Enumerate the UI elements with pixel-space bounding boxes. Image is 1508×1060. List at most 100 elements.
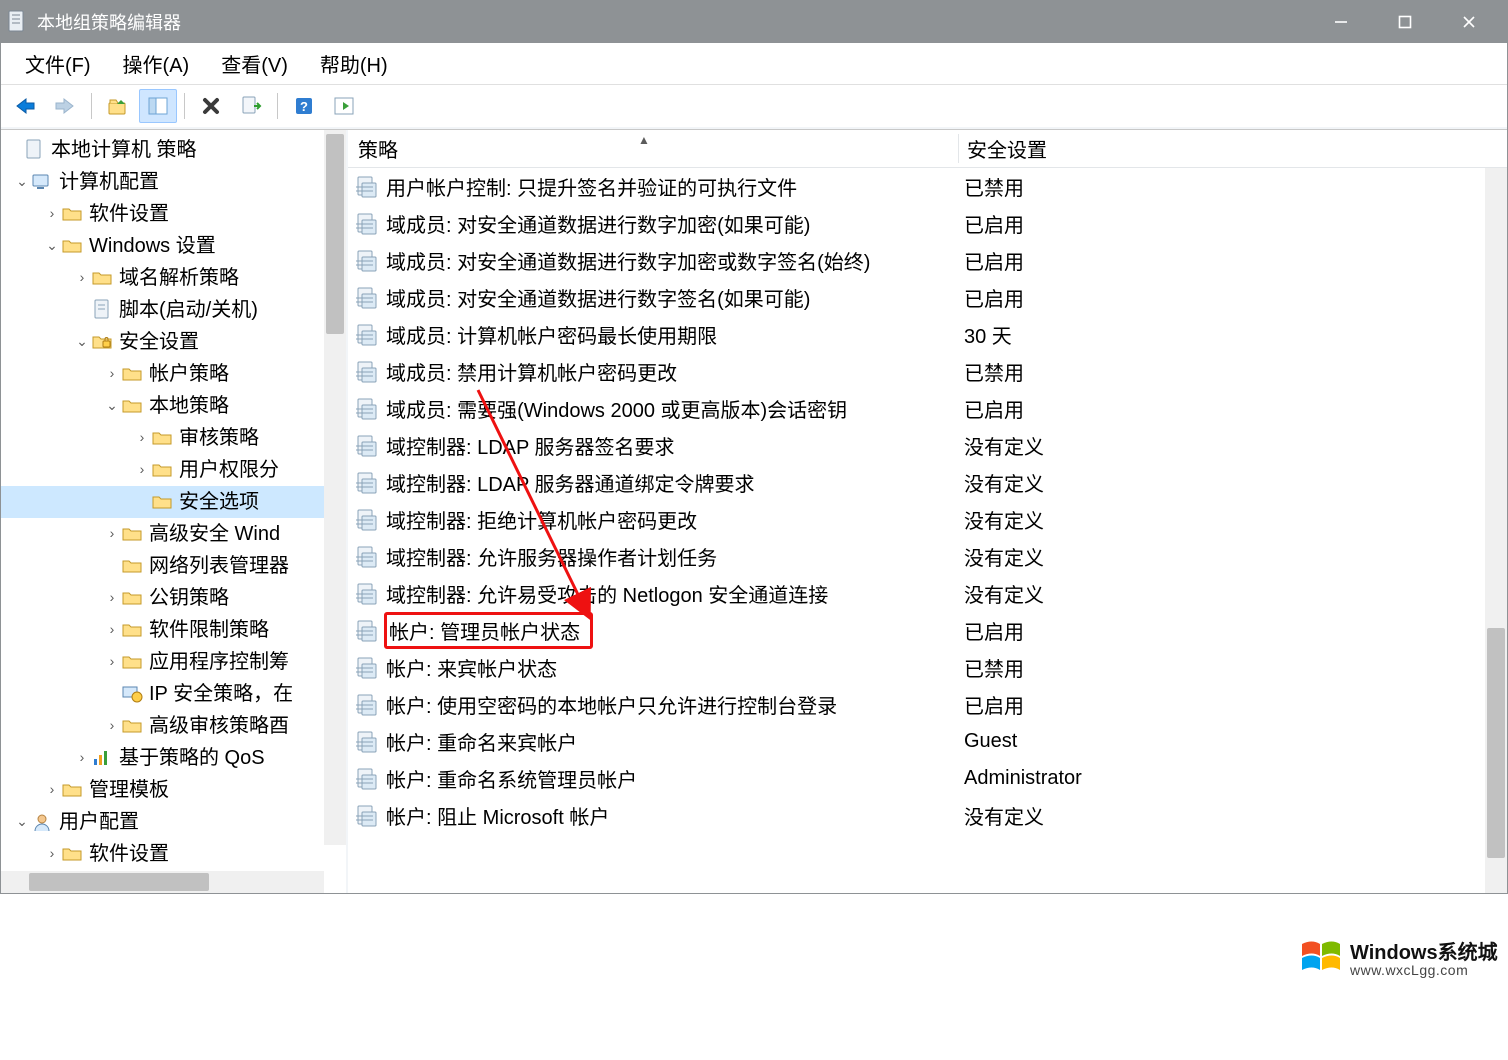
tree-user-software-settings[interactable]: › 软件设置 <box>1 838 346 870</box>
show-hide-tree-button[interactable] <box>139 89 177 123</box>
policy-name: 域成员: 对安全通道数据进行数字加密或数字签名(始终) <box>386 246 870 275</box>
tree-root[interactable]: 本地计算机 策略 <box>1 134 346 166</box>
collapse-icon[interactable]: ⌄ <box>13 171 31 193</box>
expand-icon[interactable]: › <box>103 715 121 737</box>
policy-row[interactable]: 域控制器: 拒绝计算机帐户密码更改没有定义 <box>348 501 1507 538</box>
scrollbar-thumb[interactable] <box>1487 628 1505 858</box>
list-vertical-scrollbar[interactable] <box>1485 168 1507 893</box>
expand-icon[interactable]: › <box>103 651 121 673</box>
list-body[interactable]: 用户帐户控制: 只提升签名并验证的可执行文件已禁用域成员: 对安全通道数据进行数… <box>348 168 1507 893</box>
policy-row[interactable]: 域控制器: LDAP 服务器通道绑定令牌要求没有定义 <box>348 464 1507 501</box>
tree-local-policies[interactable]: ⌄ 本地策略 <box>1 390 346 422</box>
scrollbar-thumb[interactable] <box>326 134 344 334</box>
tree-net-list-mgr[interactable]: 网络列表管理器 <box>1 550 346 582</box>
policy-row[interactable]: 帐户: 重命名来宾帐户Guest <box>348 723 1507 760</box>
tree-public-key[interactable]: › 公钥策略 <box>1 582 346 614</box>
expand-icon[interactable]: › <box>43 203 61 225</box>
tree-view[interactable]: 本地计算机 策略 ⌄ 计算机配置 › 软件设置 ⌄ Windows 设置 <box>1 130 346 871</box>
policy-item-icon <box>356 323 380 347</box>
close-button[interactable] <box>1437 1 1501 43</box>
expand-icon[interactable]: › <box>103 619 121 641</box>
expand-icon[interactable]: › <box>133 459 151 481</box>
expand-icon[interactable]: › <box>103 363 121 385</box>
refresh-button[interactable] <box>325 89 363 123</box>
policy-row[interactable]: 帐户: 阻止 Microsoft 帐户没有定义 <box>348 797 1507 834</box>
policy-name: 域成员: 需要强(Windows 2000 或更高版本)会话密钥 <box>386 394 847 423</box>
collapse-icon[interactable]: ⌄ <box>13 811 31 833</box>
title-bar: 本地组策略编辑器 <box>1 1 1507 43</box>
policy-row[interactable]: 域成员: 需要强(Windows 2000 或更高版本)会话密钥已启用 <box>348 390 1507 427</box>
menu-view[interactable]: 查看(V) <box>205 43 304 84</box>
folder-icon <box>61 779 83 801</box>
collapse-icon[interactable]: ⌄ <box>43 235 61 257</box>
tree-label: 安全设置 <box>119 327 199 358</box>
policy-row[interactable]: 域控制器: 允许易受攻击的 Netlogon 安全通道连接没有定义 <box>348 575 1507 612</box>
tree-user-config[interactable]: ⌄ 用户配置 <box>1 806 346 838</box>
collapse-icon[interactable]: ⌄ <box>73 331 91 353</box>
tree-adv-audit[interactable]: › 高级审核策略酉 <box>1 710 346 742</box>
policy-row[interactable]: 用户帐户控制: 只提升签名并验证的可执行文件已禁用 <box>348 168 1507 205</box>
tree-label: 基于策略的 QoS <box>119 743 265 774</box>
maximize-button[interactable] <box>1373 1 1437 43</box>
policy-row[interactable]: 帐户: 使用空密码的本地帐户只允许进行控制台登录已启用 <box>348 686 1507 723</box>
back-button[interactable] <box>6 89 44 123</box>
watermark: Windows系统城 www.wxcLgg.com <box>1200 900 1508 1060</box>
delete-button[interactable] <box>192 89 230 123</box>
expand-icon[interactable]: › <box>103 587 121 609</box>
menu-action[interactable]: 操作(A) <box>107 43 206 84</box>
tree-horizontal-scrollbar[interactable] <box>1 871 324 893</box>
policy-row[interactable]: 域控制器: 允许服务器操作者计划任务没有定义 <box>348 538 1507 575</box>
menu-help[interactable]: 帮助(H) <box>304 43 404 84</box>
tree-label: 网络列表管理器 <box>149 551 289 582</box>
expand-icon[interactable]: › <box>43 843 61 865</box>
tree-ip-security[interactable]: IP 安全策略，在 <box>1 678 346 710</box>
tree-user-rights[interactable]: › 用户权限分 <box>1 454 346 486</box>
policy-item-icon <box>356 619 380 643</box>
expand-icon[interactable]: › <box>73 747 91 769</box>
scrollbar-thumb[interactable] <box>29 873 209 891</box>
expand-icon[interactable]: › <box>43 779 61 801</box>
folder-icon <box>121 619 143 641</box>
policy-row[interactable]: 帐户: 管理员帐户状态已启用 <box>348 612 1507 649</box>
policy-name: 帐户: 来宾帐户状态 <box>386 653 557 682</box>
policy-row[interactable]: 域成员: 计算机帐户密码最长使用期限30 天 <box>348 316 1507 353</box>
column-setting[interactable]: 安全设置 <box>958 134 1507 163</box>
collapse-icon[interactable]: ⌄ <box>103 395 121 417</box>
tree-software-settings[interactable]: › 软件设置 <box>1 198 346 230</box>
policy-name: 帐户: 重命名系统管理员帐户 <box>386 764 637 793</box>
tree-scripts[interactable]: 脚本(启动/关机) <box>1 294 346 326</box>
tree-name-resolution[interactable]: › 域名解析策略 <box>1 262 346 294</box>
menu-file[interactable]: 文件(F) <box>9 43 107 84</box>
tree-vertical-scrollbar[interactable] <box>324 130 346 845</box>
tree-security-options[interactable]: 安全选项 <box>1 486 346 518</box>
forward-button[interactable] <box>46 89 84 123</box>
expand-icon[interactable]: › <box>133 427 151 449</box>
policy-row[interactable]: 域成员: 对安全通道数据进行数字加密或数字签名(始终) 已启用 <box>348 242 1507 279</box>
column-policy[interactable]: 策略 ▲ <box>348 134 958 163</box>
tree-account-policies[interactable]: › 帐户策略 <box>1 358 346 390</box>
policy-row[interactable]: 域成员: 对安全通道数据进行数字签名(如果可能)已启用 <box>348 279 1507 316</box>
up-button[interactable] <box>99 89 137 123</box>
tree-adv-firewall[interactable]: › 高级安全 Wind <box>1 518 346 550</box>
policy-row[interactable]: 域控制器: LDAP 服务器签名要求没有定义 <box>348 427 1507 464</box>
expand-icon[interactable]: › <box>73 267 91 289</box>
expand-icon[interactable]: › <box>103 523 121 545</box>
policy-row[interactable]: 域成员: 对安全通道数据进行数字加密(如果可能)已启用 <box>348 205 1507 242</box>
policy-row[interactable]: 帐户: 来宾帐户状态已禁用 <box>348 649 1507 686</box>
policy-row[interactable]: 域成员: 禁用计算机帐户密码更改已禁用 <box>348 353 1507 390</box>
tree-policy-qos[interactable]: › 基于策略的 QoS <box>1 742 346 774</box>
export-button[interactable] <box>232 89 270 123</box>
help-button[interactable]: ? <box>285 89 323 123</box>
tree-computer-config[interactable]: ⌄ 计算机配置 <box>1 166 346 198</box>
tree-windows-settings[interactable]: ⌄ Windows 设置 <box>1 230 346 262</box>
tree-security-settings[interactable]: ⌄ 安全设置 <box>1 326 346 358</box>
tree-audit-policy[interactable]: › 审核策略 <box>1 422 346 454</box>
tree-software-restrict[interactable]: › 软件限制策略 <box>1 614 346 646</box>
policy-row[interactable]: 帐户: 重命名系统管理员帐户Administrator <box>348 760 1507 797</box>
tree-app-control[interactable]: › 应用程序控制筹 <box>1 646 346 678</box>
tree-admin-templates[interactable]: › 管理模板 <box>1 774 346 806</box>
minimize-button[interactable] <box>1309 1 1373 43</box>
folder-lock-icon <box>151 459 173 481</box>
policy-setting: 已启用 <box>958 246 1507 275</box>
tree-label: 本地策略 <box>149 391 229 422</box>
